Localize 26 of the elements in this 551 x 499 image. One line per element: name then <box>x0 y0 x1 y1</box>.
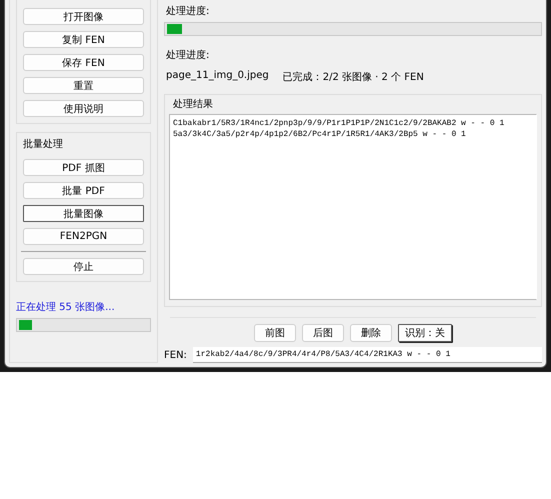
action-button[interactable]: 前图 <box>254 324 296 342</box>
progress-label: 处理进度: <box>166 4 210 18</box>
action-button[interactable]: 保存 FEN <box>23 54 144 71</box>
file-name: page_11_img_0.jpeg <box>166 70 269 83</box>
fen-line: 5a3/3k4C/3a5/p2r4p/4p1p2/6B2/Pc4r1P/1R5R1/4AK3/2Bp5 w - - 0 1 <box>173 129 467 140</box>
results-text-area[interactable]: C1bakabr1/5R3/1R4nc1/2pnp3p/9/9/P1r1P1P1P/2N1C1c2/9/2BAKAB2 w - - 0 1 5a3/3k4C/3a5/p2r4p/4p1p2/6B2/Pc4r1P/1R5R1/4AK3/2Bp5 w - - 0 1 <box>169 114 537 300</box>
status-text: 正在处理 55 张图像... <box>16 300 116 314</box>
fen-label: FEN: <box>164 350 187 360</box>
action-button[interactable]: 删除 <box>350 324 392 342</box>
action-button[interactable]: 批量 PDF <box>23 182 144 199</box>
action-button[interactable]: PDF 抓图 <box>23 159 144 176</box>
group-title: 处理结果 <box>173 98 214 111</box>
action-button[interactable]: 复制 FEN <box>23 31 144 48</box>
action-button[interactable]: 重置 <box>23 77 144 94</box>
group-title: 批量处理 <box>23 138 64 151</box>
action-button[interactable]: 识别：关 <box>398 324 452 342</box>
done-text: 已完成：2/2 张图像 · 2 个 FEN <box>282 70 424 84</box>
fen-field[interactable]: 1r2kab2/4a4/8c/9/3PR4/4r4/P8/5A3/4C4/2R1KA3 w - - 0 1 <box>192 347 542 363</box>
fen-line: C1bakabr1/5R3/1R4nc1/2pnp3p/9/9/P1r1P1P1P/2N1C1c2/9/2BAKAB2 w - - 0 1 <box>173 118 506 129</box>
action-button[interactable]: FEN2PGN <box>23 228 144 245</box>
action-button[interactable]: 后图 <box>302 324 344 342</box>
progress-label: 处理进度: <box>166 48 210 62</box>
action-button[interactable]: 批量图像 <box>23 205 144 222</box>
action-button[interactable]: 打开图像 <box>23 8 144 25</box>
action-button[interactable]: 停止 <box>23 258 144 275</box>
action-button[interactable]: 使用说明 <box>23 100 144 117</box>
